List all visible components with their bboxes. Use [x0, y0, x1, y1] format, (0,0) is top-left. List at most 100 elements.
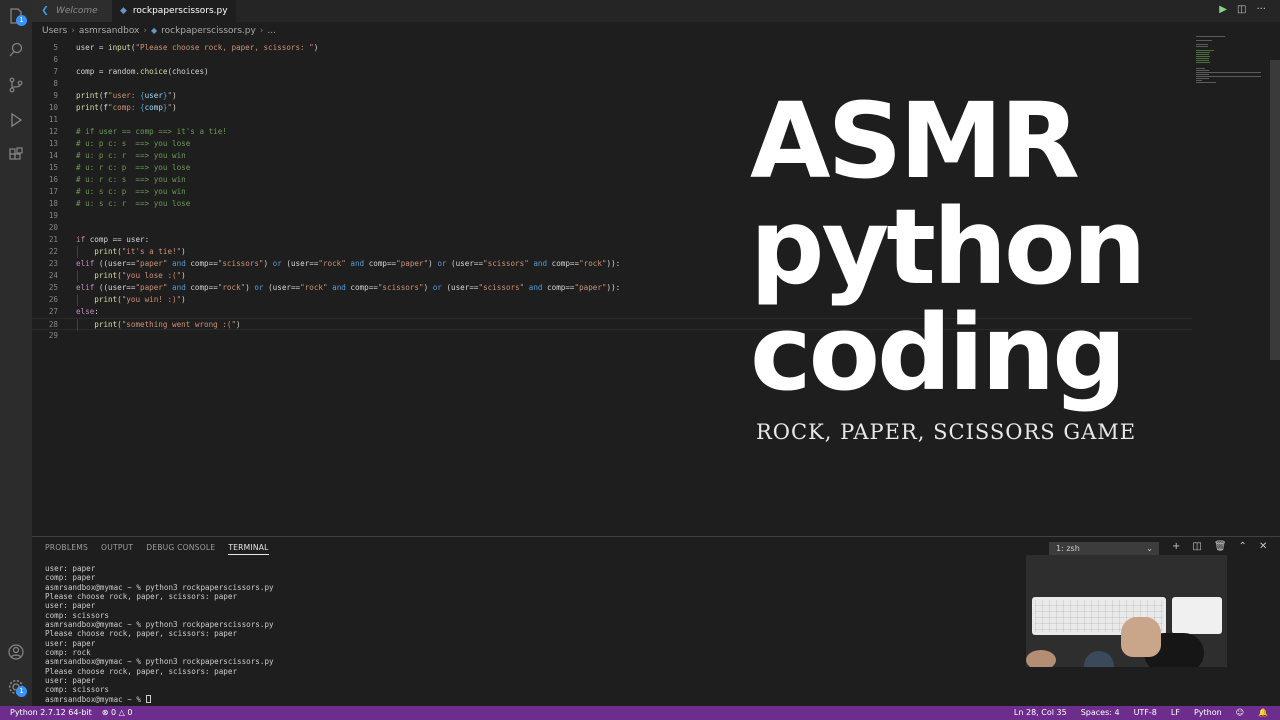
split-editor-icon[interactable]: ◫: [1237, 4, 1246, 15]
python-file-icon: ◆: [150, 26, 158, 35]
line-number: 9: [53, 91, 58, 100]
maximize-panel-icon[interactable]: ⌃: [1239, 541, 1247, 552]
terminal-cursor: [145, 694, 151, 703]
line-number: 17: [48, 187, 58, 196]
trackpad-image: [1172, 597, 1222, 634]
line-number: 16: [48, 175, 58, 184]
terminal-line: comp: rock: [45, 648, 91, 658]
code-text: print("you win! :)"): [94, 295, 186, 304]
code-text: # u: s c: p ==> you win: [76, 187, 186, 196]
trash-icon[interactable]: 🗑: [1214, 541, 1227, 552]
tab-terminal[interactable]: TERMINAL: [228, 543, 269, 555]
line-number: 15: [48, 163, 58, 172]
line-ending[interactable]: LF: [1171, 707, 1180, 719]
breadcrumb-users[interactable]: Users: [42, 26, 67, 36]
cursor-position[interactable]: Ln 28, Col 35: [1014, 707, 1067, 719]
problems-indicator[interactable]: ⊗ 0 △ 0: [102, 707, 133, 719]
line-number: 10: [48, 103, 58, 112]
line-number: 8: [53, 79, 58, 88]
source-control-icon[interactable]: [6, 75, 26, 95]
settings-badge: 1: [16, 686, 27, 697]
line-number: 23: [48, 259, 58, 268]
search-icon[interactable]: [6, 40, 26, 60]
terminal-line: asmrsandbox@mymac ~ %: [45, 694, 1025, 704]
code-text: user = input("Please choose rock, paper,…: [76, 43, 319, 52]
line-number: 14: [48, 151, 58, 160]
code-text: print("you lose :("): [94, 271, 186, 280]
terminal-select[interactable]: 1: zsh ⌄: [1049, 542, 1159, 555]
code-text: elif ((user=="paper" and comp=="scissors…: [76, 259, 621, 268]
bell-icon[interactable]: 🔔: [1258, 707, 1268, 719]
encoding[interactable]: UTF-8: [1134, 707, 1157, 719]
split-terminal-icon[interactable]: ◫: [1192, 541, 1201, 552]
terminal-line: user: paper: [45, 676, 96, 686]
terminal-output[interactable]: user: paper comp: paper asmrsandbox@mymac …: [45, 564, 1025, 704]
editor-scrollbar[interactable]: [1270, 60, 1280, 360]
python-file-icon: ◆: [120, 6, 127, 16]
run-debug-icon[interactable]: [6, 110, 26, 130]
tab-label: Welcome: [56, 6, 98, 16]
hand-image: [1121, 617, 1161, 657]
tab-rockpaperscissors[interactable]: ◆ rockpaperscissors.py: [112, 0, 236, 22]
extensions-icon[interactable]: [6, 145, 26, 165]
code-text: print(f"user: {user}"): [76, 91, 177, 100]
more-actions-icon[interactable]: ···: [1256, 4, 1266, 15]
video-title-overlay: ASMR python coding: [750, 88, 1190, 406]
video-subtitle-overlay: ROCK, PAPER, SCISSORS GAME: [756, 420, 1137, 444]
activity-bar: 1 1: [0, 0, 32, 706]
code-text: # u: r c: s ==> you win: [76, 175, 186, 184]
code-line[interactable]: 5 user = input("Please choose rock, paper…: [32, 42, 1192, 54]
feedback-icon[interactable]: ☺: [1236, 707, 1244, 719]
language-mode[interactable]: Python: [1194, 707, 1222, 719]
minimap-line: [1196, 62, 1210, 63]
breadcrumb-asmrsandbox[interactable]: asmrsandbox: [79, 26, 140, 36]
minimap-line: [1196, 74, 1210, 75]
minimap-line: [1196, 72, 1262, 73]
chevron-right-icon: ›: [71, 25, 75, 36]
tab-welcome[interactable]: ❮ Welcome: [32, 0, 112, 22]
line-number: 5: [53, 43, 58, 52]
minimap-line: [1196, 54, 1210, 55]
breadcrumb-symbols[interactable]: ...: [267, 26, 276, 36]
breadcrumb-file[interactable]: rockpaperscissors.py: [161, 26, 256, 36]
tab-debug-console[interactable]: DEBUG CONSOLE: [146, 543, 215, 555]
terminal-line: asmrsandbox@mymac ~ % python3 rockpapers…: [45, 620, 274, 630]
minimap-line: [1196, 80, 1202, 81]
minimap-line: [1196, 36, 1226, 37]
code-text: if comp == user:: [76, 235, 150, 244]
minimap[interactable]: [1192, 36, 1270, 96]
warning-icon: △: [118, 708, 125, 717]
account-icon[interactable]: [6, 642, 26, 662]
code-text: # u: r c: p ==> you lose: [76, 163, 191, 172]
line-number: 18: [48, 199, 58, 208]
line-number: 26: [48, 295, 58, 304]
explorer-badge: 1: [16, 15, 27, 26]
code-line[interactable]: 7 comp = random.choice(choices): [32, 66, 1192, 78]
editor-actions: ▶ ◫ ···: [1219, 4, 1266, 15]
terminal-line: Please choose rock, paper, scissors: pap…: [45, 592, 238, 602]
indentation[interactable]: Spaces: 4: [1081, 707, 1120, 719]
tab-output[interactable]: OUTPUT: [101, 543, 133, 555]
title-line-python: python: [750, 186, 1146, 308]
line-number: 6: [53, 55, 58, 64]
minimap-line: [1196, 68, 1205, 69]
line-number: 24: [48, 271, 58, 280]
line-number: 12: [48, 127, 58, 136]
close-panel-icon[interactable]: ✕: [1259, 541, 1267, 552]
terminal-line: comp: scissors: [45, 685, 110, 695]
code-text: # u: p c: s ==> you lose: [76, 139, 191, 148]
python-interpreter[interactable]: Python 2.7.12 64-bit: [10, 707, 92, 719]
line-number: 19: [48, 211, 58, 220]
code-line[interactable]: 6: [32, 54, 1192, 66]
code-text: elif ((user=="paper" and comp=="rock") o…: [76, 283, 621, 292]
terminal-line: asmrsandbox@mymac ~ % python3 rockpapers…: [45, 582, 274, 592]
new-terminal-icon[interactable]: +: [1172, 541, 1180, 552]
panel-tabs: PROBLEMS OUTPUT DEBUG CONSOLE TERMINAL: [45, 543, 269, 555]
run-file-icon[interactable]: ▶: [1219, 4, 1227, 15]
tab-problems[interactable]: PROBLEMS: [45, 543, 88, 555]
minimap-line: [1196, 52, 1210, 53]
chevron-right-icon: ›: [259, 25, 264, 36]
code-text: print(f"comp: {comp}"): [76, 103, 177, 112]
title-line-coding: coding: [750, 292, 1127, 414]
terminal-line: Please choose rock, paper, scissors: pap…: [45, 666, 238, 676]
